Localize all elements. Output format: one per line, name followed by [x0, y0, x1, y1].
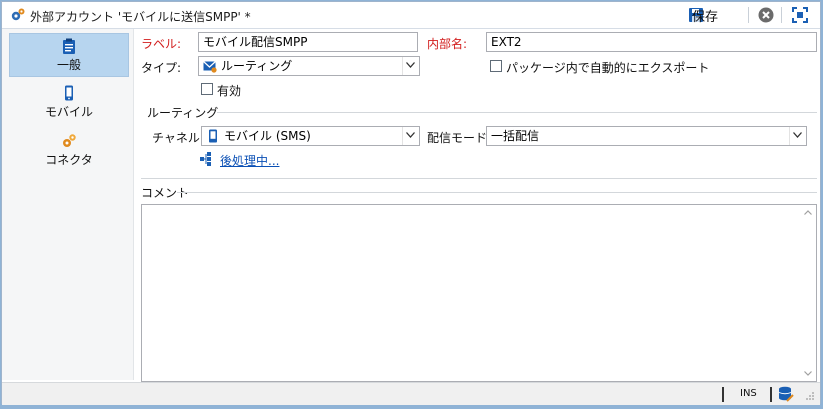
enabled-checkbox[interactable]	[201, 83, 213, 95]
delivery-mode-caption: 配信モード:	[427, 131, 492, 145]
comment-scrollbar[interactable]	[800, 205, 816, 381]
auto-export-label: パッケージ内で自動的にエクスポート	[506, 61, 710, 75]
toolbar-separator	[781, 7, 782, 23]
sidebar-item-label: モバイル	[44, 105, 93, 119]
routing-group-bottom-divider	[141, 178, 817, 179]
channel-select-value: モバイル (SMS)	[224, 129, 311, 143]
label-caption: ラベル:	[141, 37, 182, 51]
save-button-label: 保存	[692, 9, 719, 25]
post-processing-icon	[200, 152, 211, 166]
mobile-phone-icon	[65, 85, 73, 101]
mobile-phone-icon	[209, 129, 217, 143]
comment-textarea[interactable]	[141, 204, 817, 382]
sidebar-item-general[interactable]: 一般	[9, 33, 129, 77]
sidebar-item-label: 一般	[56, 58, 81, 72]
scroll-up-icon[interactable]	[804, 210, 812, 215]
maximize-icon[interactable]	[791, 6, 809, 24]
routing-group-divider	[217, 112, 817, 113]
gears-icon	[63, 134, 76, 147]
chevron-down-icon	[789, 127, 806, 145]
scroll-down-icon[interactable]	[804, 371, 812, 376]
channel-select[interactable]: モバイル (SMS)	[201, 126, 420, 146]
title-bar: 外部アカウント 'モバイルに送信SMPP' * 保存	[2, 2, 820, 29]
type-caption: タイプ:	[141, 61, 182, 75]
sidebar: 一般 モバイル コネクタ	[2, 29, 134, 380]
toolbar-separator	[748, 7, 749, 23]
auto-export-checkbox[interactable]	[490, 60, 502, 72]
routing-envelope-icon	[203, 61, 217, 73]
cancel-icon[interactable]	[757, 6, 775, 24]
clipboard-icon	[63, 38, 75, 54]
internal-name-caption: 内部名:	[427, 37, 468, 51]
sidebar-item-label: コネクタ	[45, 153, 93, 167]
gears-icon	[11, 8, 25, 21]
resize-grip-icon[interactable]	[805, 391, 815, 401]
window-title: 外部アカウント 'モバイルに送信SMPP' *	[30, 10, 251, 24]
database-icon[interactable]	[778, 386, 794, 402]
routing-group-title: ルーティング	[147, 104, 222, 121]
external-account-window: 外部アカウント 'モバイルに送信SMPP' * 保存 一般 モバイル コネクタ …	[1, 1, 821, 405]
insert-mode-indicator: INS	[740, 388, 757, 399]
post-processing-link[interactable]: 後処理中...	[220, 152, 279, 169]
type-select-value: ルーティング	[221, 59, 293, 73]
comment-group-divider	[177, 192, 817, 193]
status-bar: INS	[2, 382, 820, 405]
chevron-down-icon	[402, 127, 419, 145]
status-separator	[770, 387, 772, 402]
app-frame: 外部アカウント 'モバイルに送信SMPP' * 保存 一般 モバイル コネクタ …	[0, 0, 823, 409]
status-separator	[722, 387, 724, 402]
save-button[interactable]: 保存	[688, 5, 718, 25]
sidebar-item-mobile[interactable]: モバイル	[9, 81, 129, 125]
delivery-mode-select[interactable]: 一括配信	[486, 126, 807, 146]
chevron-down-icon	[402, 57, 419, 75]
label-field[interactable]: モバイル配信SMPP	[198, 32, 418, 52]
internal-name-field[interactable]: EXT2	[486, 32, 817, 52]
delivery-mode-select-value: 一括配信	[491, 129, 540, 143]
enabled-label: 有効	[217, 84, 242, 98]
channel-caption: チャネル:	[152, 131, 204, 145]
sidebar-item-connectors[interactable]: コネクタ	[9, 129, 129, 173]
type-select[interactable]: ルーティング	[198, 56, 420, 76]
